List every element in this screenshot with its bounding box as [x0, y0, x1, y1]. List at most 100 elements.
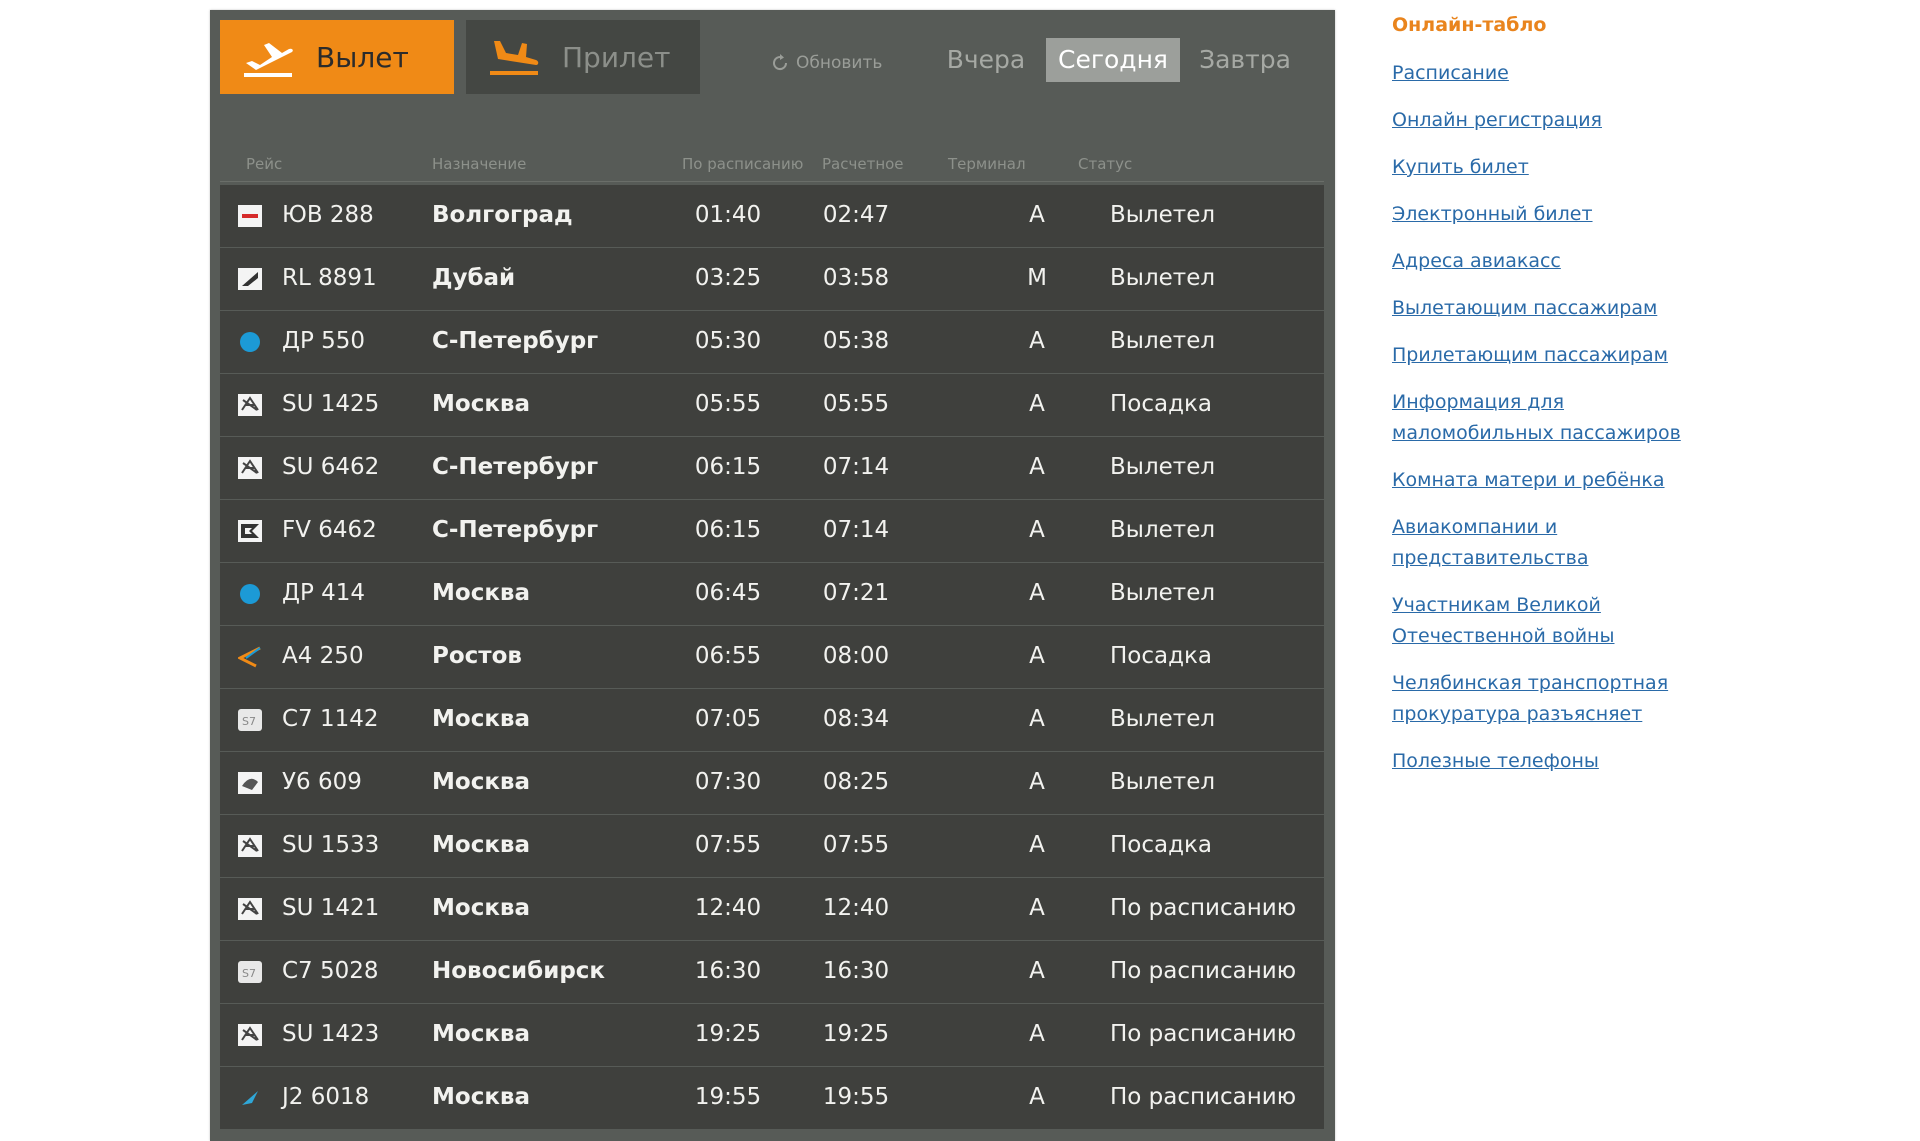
aeroflot-logo-icon — [238, 898, 262, 920]
flight-row[interactable]: А4 250 Ростов 06:55 08:00 А Посадка — [220, 626, 1324, 688]
flight-scheduled-time: 07:30 — [694, 769, 762, 795]
flight-number: ДР 550 — [282, 328, 366, 354]
flight-number: С7 1142 — [282, 706, 379, 732]
flight-row[interactable]: ЮВ 288 Волгоград 01:40 02:47 А Вылетел — [220, 185, 1324, 247]
flight-number: ЮВ 288 — [282, 202, 374, 228]
flight-estimated-time: 07:21 — [822, 580, 890, 606]
azimuth-logo-icon — [236, 646, 262, 668]
flight-status: Посадка — [1110, 643, 1212, 669]
flight-scheduled-time: 06:55 — [694, 643, 762, 669]
tab-arrival[interactable]: Прилет — [466, 20, 700, 94]
sidebar-link[interactable]: Вылетающим пассажирам — [1392, 293, 1722, 324]
flight-destination: Новосибирск — [432, 958, 606, 984]
flight-row[interactable]: У6 609 Москва 07:30 08:25 А Вылетел — [220, 752, 1324, 814]
flight-row[interactable]: SU 6462 С-Петербург 06:15 07:14 А Вылетел — [220, 437, 1324, 499]
blue-circle-logo-icon — [238, 331, 262, 353]
col-header-terminal: Терминал — [948, 155, 1026, 173]
sidebar-link[interactable]: Купить билет — [1392, 152, 1722, 183]
flight-status: По расписанию — [1110, 958, 1297, 984]
blue-circle-logo-icon — [238, 583, 262, 605]
refresh-icon — [773, 54, 788, 71]
flight-estimated-time: 07:55 — [822, 832, 890, 858]
flight-destination: Москва — [432, 1021, 531, 1047]
flight-destination: Москва — [432, 580, 531, 606]
flight-estimated-time: 19:25 — [822, 1021, 890, 1047]
flight-number: С7 5028 — [282, 958, 379, 984]
sidebar-link[interactable]: Адреса авиакасс — [1392, 246, 1722, 277]
flight-scheduled-time: 12:40 — [694, 895, 762, 921]
flight-status: Посадка — [1110, 391, 1212, 417]
flight-scheduled-time: 07:05 — [694, 706, 762, 732]
flight-scheduled-time: 16:30 — [694, 958, 762, 984]
flight-status: Вылетел — [1110, 265, 1216, 291]
flight-row[interactable]: ДР 414 Москва 06:45 07:21 А Вылетел — [220, 563, 1324, 625]
sidebar-link[interactable]: Авиакомпании и представительства — [1392, 512, 1722, 574]
flight-destination: Москва — [432, 832, 531, 858]
flight-terminal: А — [1029, 706, 1045, 732]
flight-scheduled-time: 19:55 — [694, 1084, 762, 1110]
flight-number: RL 8891 — [282, 265, 377, 291]
flight-row[interactable]: RL 8891 Дубай 03:25 03:58 М Вылетел — [220, 248, 1324, 310]
sidebar-link[interactable]: Онлайн регистрация — [1392, 105, 1722, 136]
flight-destination: С-Петербург — [432, 328, 599, 354]
flight-row[interactable]: ДР 550 С-Петербург 05:30 05:38 А Вылетел — [220, 311, 1324, 373]
flight-estimated-time: 12:40 — [822, 895, 890, 921]
flight-status: Вылетел — [1110, 580, 1216, 606]
sidebar-link[interactable]: Полезные телефоны — [1392, 746, 1722, 777]
sidebar-link[interactable]: Прилетающим пассажирам — [1392, 340, 1722, 371]
day-tab-today[interactable]: Сегодня — [1046, 38, 1180, 82]
flight-row[interactable]: S7 С7 1142 Москва 07:05 08:34 А Вылетел — [220, 689, 1324, 751]
flight-destination: Москва — [432, 391, 531, 417]
flight-row[interactable]: SU 1423 Москва 19:25 19:25 А По расписанию — [220, 1004, 1324, 1066]
aeroflot-logo-icon — [238, 457, 262, 479]
day-tab-yesterday[interactable]: Вчера — [936, 38, 1036, 82]
sidebar-link[interactable]: Челябинская транспортная прокуратура раз… — [1392, 668, 1722, 730]
flight-row[interactable]: SU 1533 Москва 07:55 07:55 А Посадка — [220, 815, 1324, 877]
flight-terminal: А — [1029, 391, 1045, 417]
flight-terminal: А — [1029, 895, 1045, 921]
flight-estimated-time: 07:14 — [822, 517, 890, 543]
flight-scheduled-time: 06:15 — [694, 517, 762, 543]
flight-row[interactable]: FV 6462 С-Петербург 06:15 07:14 А Вылетел — [220, 500, 1324, 562]
flight-destination: Ростов — [432, 643, 522, 669]
flight-row[interactable]: SU 1421 Москва 12:40 12:40 А По расписанию — [220, 878, 1324, 940]
flight-scheduled-time: 05:30 — [694, 328, 762, 354]
sidebar-link[interactable]: Участникам Великой Отечественной войны — [1392, 590, 1722, 652]
tab-departure[interactable]: Вылет — [220, 20, 454, 94]
flight-status: Вылетел — [1110, 454, 1216, 480]
departure-plane-icon — [244, 43, 293, 77]
svg-text:S7: S7 — [242, 967, 256, 980]
flight-row[interactable]: S7 С7 5028 Новосибирск 16:30 16:30 А По распис… — [220, 941, 1324, 1003]
s7-logo-icon: S7 — [238, 961, 262, 983]
flight-row[interactable]: J2 6018 Москва 19:55 19:55 А По расписанию — [220, 1067, 1324, 1129]
sidebar-link[interactable]: Расписание — [1392, 58, 1722, 89]
col-header-flight: Рейс — [246, 155, 283, 173]
aeroflot-logo-icon — [238, 394, 262, 416]
flight-terminal: М — [1027, 265, 1047, 291]
flight-row[interactable]: SU 1425 Москва 05:55 05:55 А Посадка — [220, 374, 1324, 436]
flight-destination: Москва — [432, 895, 531, 921]
flight-terminal: А — [1029, 832, 1045, 858]
flight-estimated-time: 16:30 — [822, 958, 890, 984]
flight-scheduled-time: 07:55 — [694, 832, 762, 858]
flight-status: По расписанию — [1110, 1084, 1297, 1110]
flight-number: SU 1423 — [282, 1021, 380, 1047]
flight-destination: С-Петербург — [432, 454, 599, 480]
flight-number: SU 1425 — [282, 391, 380, 417]
sidebar-link[interactable]: Электронный билет — [1392, 199, 1722, 230]
day-tab-tomorrow[interactable]: Завтра — [1188, 38, 1302, 82]
sidebar-links: Расписание Онлайн регистрация Купить билет… — [1392, 58, 1722, 777]
col-header-estimated: Расчетное — [822, 155, 904, 173]
sidebar-link[interactable]: Комната матери и ребёнка — [1392, 465, 1722, 496]
refresh-button[interactable]: Обновить — [770, 48, 882, 78]
flight-number: SU 1421 — [282, 895, 380, 921]
flight-estimated-time: 07:14 — [822, 454, 890, 480]
azal-logo-icon — [238, 1087, 262, 1109]
flight-terminal: А — [1029, 643, 1045, 669]
flight-number: FV 6462 — [282, 517, 377, 543]
flight-number: SU 6462 — [282, 454, 380, 480]
flight-terminal: А — [1029, 1021, 1045, 1047]
flight-number: SU 1533 — [282, 832, 380, 858]
sidebar-link[interactable]: Информация для маломобильных пассажиров — [1392, 387, 1722, 449]
flight-destination: Дубай — [432, 265, 516, 291]
